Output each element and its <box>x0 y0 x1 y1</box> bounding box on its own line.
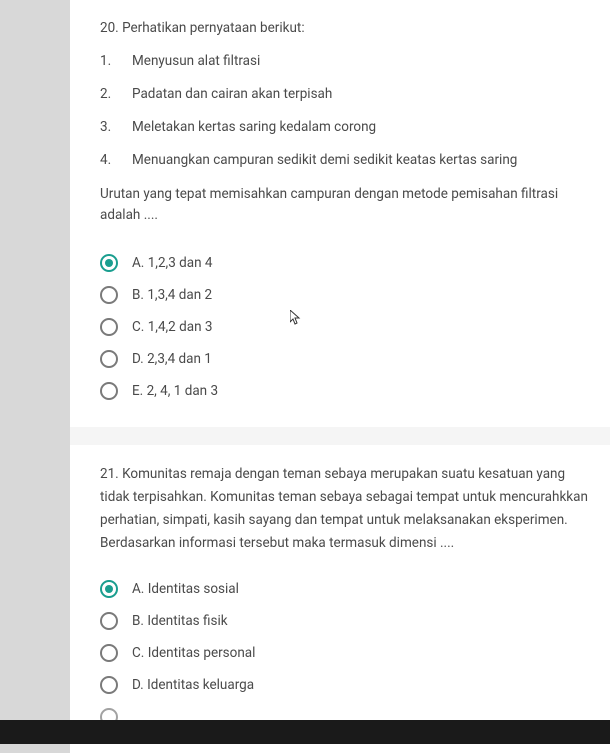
q20-option-b[interactable]: B. 1,3,4 dan 2 <box>100 279 590 311</box>
radio-icon <box>100 350 118 368</box>
q20-item-4: 4. Menuangkan campuran sedikit demi sedi… <box>100 151 590 170</box>
bottom-bar <box>0 720 610 744</box>
option-label: A. 1,2,3 dan 4 <box>132 255 213 271</box>
q20-option-e[interactable]: E. 2, 4, 1 dan 3 <box>100 375 590 407</box>
option-label: A. Identitas sosial <box>132 581 239 597</box>
radio-icon <box>100 612 118 630</box>
q20-item-3: 3. Meletakan kertas saring kedalam coron… <box>100 118 590 137</box>
item-text: Menuangkan campuran sedikit demi sedikit… <box>132 151 517 170</box>
option-label: B. Identitas fisik <box>132 613 228 629</box>
q20-item-2: 2. Padatan dan cairan akan terpisah <box>100 85 590 104</box>
radio-icon <box>100 318 118 336</box>
q20-item-1: 1. Menyusun alat filtrasi <box>100 52 590 71</box>
option-label: D. Identitas keluarga <box>132 677 254 693</box>
q21-option-d[interactable]: D. Identitas keluarga <box>100 669 590 701</box>
q20-option-c[interactable]: C. 1,4,2 dan 3 <box>100 311 590 343</box>
q20-option-d[interactable]: D. 2,3,4 dan 1 <box>100 343 590 375</box>
question-21-text: 21. Komunitas remaja dengan teman sebaya… <box>100 463 590 555</box>
radio-icon <box>100 644 118 662</box>
radio-icon <box>100 286 118 304</box>
item-text: Meletakan kertas saring kedalam corong <box>132 118 376 137</box>
item-number: 1. <box>100 52 132 71</box>
item-number: 2. <box>100 85 132 104</box>
item-number: 3. <box>100 118 132 137</box>
option-label: E. 2, 4, 1 dan 3 <box>132 383 218 399</box>
radio-icon <box>100 580 118 598</box>
radio-icon <box>100 676 118 694</box>
question-20-prompt: Urutan yang tepat memisahkan campuran de… <box>100 184 590 227</box>
q21-option-b[interactable]: B. Identitas fisik <box>100 605 590 637</box>
item-text: Padatan dan cairan akan terpisah <box>132 85 332 104</box>
radio-icon <box>100 254 118 272</box>
item-text: Menyusun alat filtrasi <box>132 52 260 71</box>
q20-option-a[interactable]: A. 1,2,3 dan 4 <box>100 247 590 279</box>
option-label: B. 1,3,4 dan 2 <box>132 287 212 303</box>
q21-option-c[interactable]: C. Identitas personal <box>100 637 590 669</box>
question-20-card: 20. Perhatikan pernyataan berikut: 1. Me… <box>70 0 610 427</box>
page-container: 20. Perhatikan pernyataan berikut: 1. Me… <box>70 0 610 753</box>
radio-icon <box>100 382 118 400</box>
option-label: C. Identitas personal <box>132 645 255 661</box>
item-number: 4. <box>100 151 132 170</box>
question-20-header: 20. Perhatikan pernyataan berikut: <box>100 18 590 38</box>
option-label: C. 1,4,2 dan 3 <box>132 319 212 335</box>
option-label: D. 2,3,4 dan 1 <box>132 351 212 367</box>
q21-option-a[interactable]: A. Identitas sosial <box>100 573 590 605</box>
question-21-card: 21. Komunitas remaja dengan teman sebaya… <box>70 445 610 753</box>
